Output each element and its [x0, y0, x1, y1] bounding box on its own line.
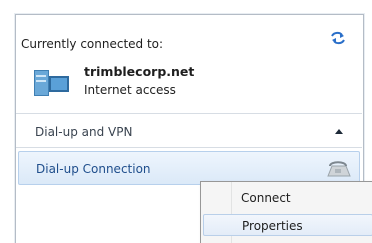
refresh-network-icon[interactable] [329, 30, 347, 46]
chevron-up-icon[interactable] [333, 126, 345, 138]
menu-item-properties-label: Properties [242, 219, 303, 233]
domain-network-icon [34, 70, 69, 96]
section-divider [16, 147, 362, 148]
network-status: Internet access [84, 83, 176, 97]
section-divider [16, 113, 362, 114]
section-title-dialup-vpn[interactable]: Dial-up and VPN [35, 124, 132, 140]
network-name: trimblecorp.net [84, 64, 195, 79]
dialup-connection-label: Dial-up Connection [36, 162, 151, 176]
menu-item-connect-label: Connect [241, 191, 291, 205]
currently-connected-heading: Currently connected to: [21, 37, 164, 51]
dialup-connection-item[interactable]: Dial-up Connection [18, 151, 360, 185]
context-menu: Connect Properties [200, 181, 372, 243]
modem-phone-icon [327, 161, 351, 177]
menu-item-connect[interactable]: Connect [203, 187, 372, 209]
menu-item-properties[interactable]: Properties [203, 214, 372, 236]
